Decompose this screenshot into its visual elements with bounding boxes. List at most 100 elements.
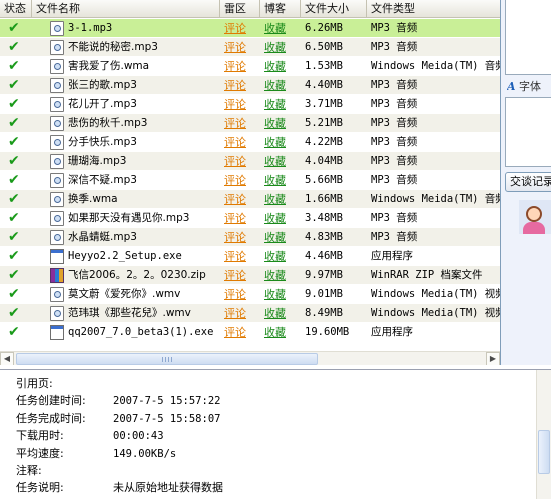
column-header-status[interactable]: 状态 <box>0 0 32 18</box>
column-header-name[interactable]: 文件名称 <box>32 0 220 18</box>
scroll-right-button[interactable]: ▶ <box>486 352 500 365</box>
file-size: 1.53MB <box>305 59 343 72</box>
table-row[interactable]: ✔ 如果那天没有遇见你.mp3 评论 收藏 3.48MB MP3 音频 <box>0 209 500 228</box>
detail-label: 平均速度: <box>16 446 64 460</box>
file-name: 飞信2006。2。2。0230.zip <box>68 268 206 281</box>
table-row[interactable]: ✔ 不能说的秘密.mp3 评论 收藏 6.50MB MP3 音频 <box>0 38 500 57</box>
file-name-cell[interactable]: 深信不疑.mp3 <box>32 171 220 190</box>
file-name-cell[interactable]: 不能说的秘密.mp3 <box>32 38 220 57</box>
file-name-cell[interactable]: Heyyo2.2_Setup.exe <box>32 247 220 266</box>
comment-link[interactable]: 评论 <box>224 288 246 301</box>
file-name: 3-1.mp3 <box>68 21 113 34</box>
collect-link[interactable]: 收藏 <box>264 288 286 301</box>
file-name-cell[interactable]: 害我爱了伤.wma <box>32 57 220 76</box>
check-icon: ✔ <box>8 38 20 55</box>
collect-cell: 收藏 <box>260 323 301 342</box>
file-name-cell[interactable]: 水晶蜻蜓.mp3 <box>32 228 220 247</box>
collect-link[interactable]: 收藏 <box>264 307 286 320</box>
file-name-cell[interactable]: 范玮琪《那些花兒》.wmv <box>32 304 220 323</box>
collect-link[interactable]: 收藏 <box>264 136 286 149</box>
comment-link[interactable]: 评论 <box>224 79 246 92</box>
table-row[interactable]: ✔ 莫文蔚《爱死你》.wmv 评论 收藏 9.01MB Windows Media(TM)… <box>0 285 500 304</box>
collect-link[interactable]: 收藏 <box>264 155 286 168</box>
mp3-file-icon <box>50 20 64 36</box>
file-size: 6.26MB <box>305 21 343 34</box>
file-name-cell[interactable]: 分手快乐.mp3 <box>32 133 220 152</box>
vertical-scrollbar[interactable] <box>536 370 551 499</box>
table-row[interactable]: ✔ 3-1.mp3 评论 收藏 6.26MB MP3 音频 <box>0 19 500 38</box>
file-name-cell[interactable]: 珊瑚海.mp3 <box>32 152 220 171</box>
horizontal-scrollbar[interactable]: ◀ ▶ <box>0 351 500 365</box>
file-name-cell[interactable]: 张三的歌.mp3 <box>32 76 220 95</box>
file-name-cell[interactable]: qq2007_7.0_beta3(1).exe <box>32 323 220 342</box>
collect-link[interactable]: 收藏 <box>264 326 286 339</box>
chat-history-button[interactable]: 交谈记录 <box>505 172 551 192</box>
table-row[interactable]: ✔ 花儿开了.mp3 评论 收藏 3.71MB MP3 音频 <box>0 95 500 114</box>
comment-cell: 评论 <box>220 285 260 304</box>
comment-cell: 评论 <box>220 304 260 323</box>
table-row[interactable]: ✔ 分手快乐.mp3 评论 收藏 4.22MB MP3 音频 <box>0 133 500 152</box>
column-header-thunder-zone[interactable]: 雷区 <box>220 0 260 18</box>
table-row[interactable]: ✔ 害我爱了伤.wma 评论 收藏 1.53MB Windows Meida(TM) 音频 <box>0 57 500 76</box>
collect-link[interactable]: 收藏 <box>264 117 286 130</box>
comment-link[interactable]: 评论 <box>224 60 246 73</box>
collect-link[interactable]: 收藏 <box>264 98 286 111</box>
comment-link[interactable]: 评论 <box>224 231 246 244</box>
file-name-cell[interactable]: 花儿开了.mp3 <box>32 95 220 114</box>
comment-link[interactable]: 评论 <box>224 250 246 263</box>
comment-link[interactable]: 评论 <box>224 269 246 282</box>
comment-link[interactable]: 评论 <box>224 41 246 54</box>
comment-link[interactable]: 评论 <box>224 136 246 149</box>
comment-link[interactable]: 评论 <box>224 326 246 339</box>
table-row[interactable]: ✔ qq2007_7.0_beta3(1).exe 评论 收藏 19.60MB 应用程序 <box>0 323 500 342</box>
collect-link[interactable]: 收藏 <box>264 231 286 244</box>
table-row[interactable]: ✔ 换季.wma 评论 收藏 1.66MB Windows Meida(TM) 音频 <box>0 190 500 209</box>
font-toolbar[interactable]: A 字体 <box>507 79 551 95</box>
comment-link[interactable]: 评论 <box>224 174 246 187</box>
comment-link[interactable]: 评论 <box>224 117 246 130</box>
table-row[interactable]: ✔ Heyyo2.2_Setup.exe 评论 收藏 4.46MB 应用程序 <box>0 247 500 266</box>
table-row[interactable]: ✔ 深信不疑.mp3 评论 收藏 5.66MB MP3 音频 <box>0 171 500 190</box>
file-name: 深信不疑.mp3 <box>68 173 137 186</box>
file-name-cell[interactable]: 3-1.mp3 <box>32 19 220 38</box>
table-row[interactable]: ✔ 水晶蜻蜓.mp3 评论 收藏 4.83MB MP3 音频 <box>0 228 500 247</box>
detail-value: 2007-7-5 15:57:22 <box>113 395 221 408</box>
comment-link[interactable]: 评论 <box>224 22 246 35</box>
comment-link[interactable]: 评论 <box>224 98 246 111</box>
collect-link[interactable]: 收藏 <box>264 22 286 35</box>
comment-link[interactable]: 评论 <box>224 155 246 168</box>
scroll-left-button[interactable]: ◀ <box>0 352 14 365</box>
collect-link[interactable]: 收藏 <box>264 174 286 187</box>
collect-link[interactable]: 收藏 <box>264 193 286 206</box>
detail-label: 下载用时: <box>16 429 64 443</box>
collect-link[interactable]: 收藏 <box>264 79 286 92</box>
scroll-thumb[interactable] <box>16 353 318 365</box>
table-row[interactable]: ✔ 悲伤的秋千.mp3 评论 收藏 5.21MB MP3 音频 <box>0 114 500 133</box>
chat-message-display[interactable] <box>505 0 551 75</box>
collect-link[interactable]: 收藏 <box>264 269 286 282</box>
column-header-size[interactable]: 文件大小 <box>301 0 367 18</box>
collect-link[interactable]: 收藏 <box>264 60 286 73</box>
table-row[interactable]: ✔ 张三的歌.mp3 评论 收藏 4.40MB MP3 音频 <box>0 76 500 95</box>
file-name-cell[interactable]: 如果那天没有遇见你.mp3 <box>32 209 220 228</box>
column-header-blog[interactable]: 博客 <box>260 0 301 18</box>
scroll-thumb[interactable] <box>538 430 550 474</box>
file-name-cell[interactable]: 莫文蔚《爱死你》.wmv <box>32 285 220 304</box>
collect-link[interactable]: 收藏 <box>264 41 286 54</box>
table-row[interactable]: ✔ 范玮琪《那些花兒》.wmv 评论 收藏 8.49MB Windows Media(TM… <box>0 304 500 323</box>
column-header-type[interactable]: 文件类型 <box>367 0 500 18</box>
collect-link[interactable]: 收藏 <box>264 250 286 263</box>
comment-link[interactable]: 评论 <box>224 193 246 206</box>
comment-link[interactable]: 评论 <box>224 212 246 225</box>
detail-row: 任务完成时间: 2007-7-5 15:58:07 <box>16 410 220 427</box>
chat-input[interactable] <box>505 97 551 167</box>
file-name-cell[interactable]: 换季.wma <box>32 190 220 209</box>
wmv-file-icon <box>50 305 64 321</box>
table-row[interactable]: ✔ 飞信2006。2。2。0230.zip 评论 收藏 9.97MB WinRAR ZIP… <box>0 266 500 285</box>
table-row[interactable]: ✔ 珊瑚海.mp3 评论 收藏 4.04MB MP3 音频 <box>0 152 500 171</box>
collect-link[interactable]: 收藏 <box>264 212 286 225</box>
file-name-cell[interactable]: 悲伤的秋千.mp3 <box>32 114 220 133</box>
file-name-cell[interactable]: 飞信2006。2。2。0230.zip <box>32 266 220 285</box>
collect-cell: 收藏 <box>260 171 301 190</box>
comment-link[interactable]: 评论 <box>224 307 246 320</box>
